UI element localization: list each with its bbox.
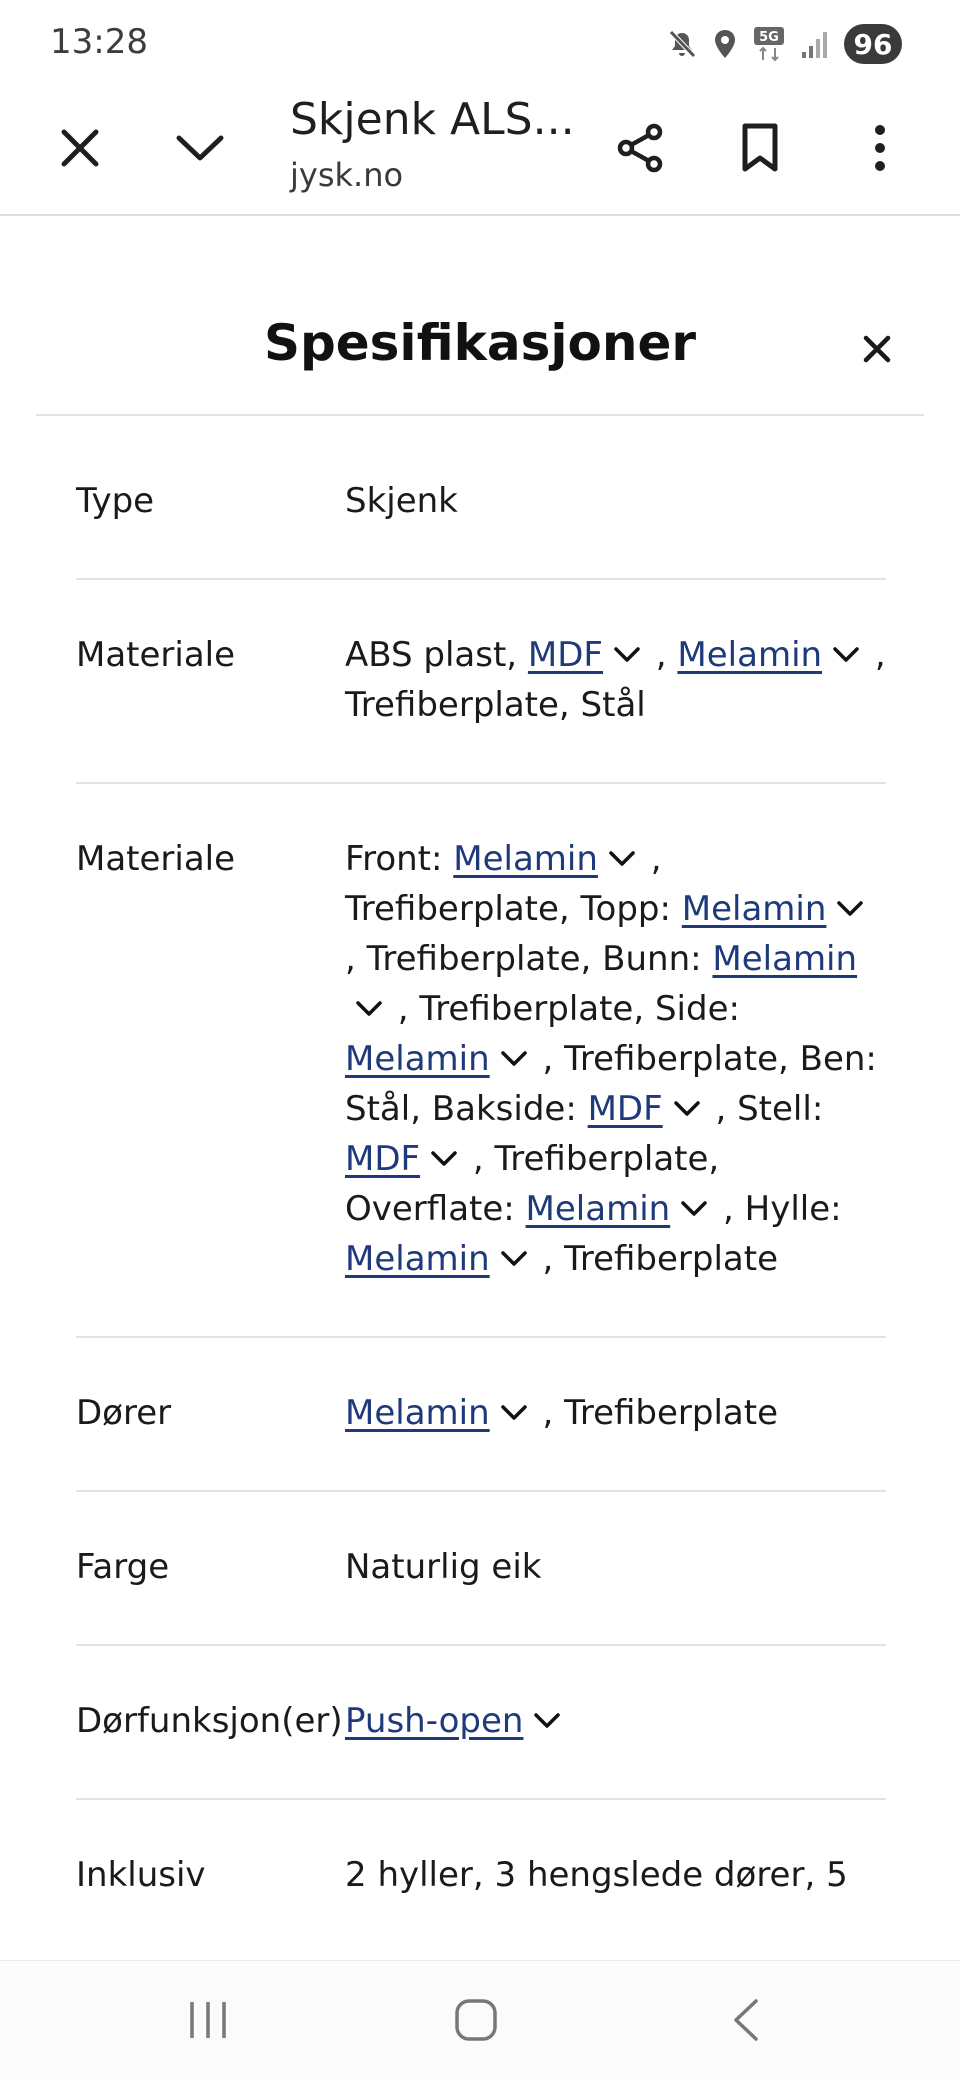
recent-apps-button[interactable] xyxy=(168,1985,248,2055)
spec-label: Dører xyxy=(76,1393,172,1433)
chevron-down-icon[interactable] xyxy=(673,1097,701,1121)
spec-row-type: Type Skjenk xyxy=(76,416,886,580)
chevron-down-icon[interactable] xyxy=(500,1047,528,1071)
page-url[interactable]: jysk.no xyxy=(290,156,403,194)
spec-label: Dørfunksjon(er) xyxy=(76,1701,343,1741)
share-button[interactable] xyxy=(600,108,680,188)
spec-row-dorfunksjon: Dørfunksjon(er) Push-open xyxy=(76,1646,886,1800)
material-link-melamin[interactable]: Melamin xyxy=(345,1039,490,1079)
spec-label: Materiale xyxy=(76,839,236,879)
material-link-mdf[interactable]: MDF xyxy=(528,635,603,675)
spec-text: ABS plast, xyxy=(345,635,528,675)
spec-row-materiale-detail: Materiale Front: Melamin , Trefiberplate… xyxy=(76,784,886,1338)
spec-row-inklusiv: Inklusiv 2 hyller, 3 hengslede dører, 5 xyxy=(76,1800,886,1952)
close-icon xyxy=(863,335,891,363)
spec-text: , Trefiberplate xyxy=(531,1393,779,1433)
battery-indicator: 96 xyxy=(844,24,902,64)
spec-text: , Trefiberplate xyxy=(531,1239,779,1279)
chevron-down-icon[interactable] xyxy=(680,1197,708,1221)
spec-value: Front: Melamin , Trefiberplate, Topp: Me… xyxy=(345,834,886,1284)
network-5g-icon: 5G xyxy=(754,27,784,62)
spec-value: Push-open xyxy=(345,1696,886,1746)
status-time: 13:28 xyxy=(50,22,148,62)
recent-apps-icon xyxy=(190,2002,226,2038)
spec-value: ABS plast, MDF , Melamin , Trefiberplate… xyxy=(345,630,886,730)
share-icon xyxy=(617,123,663,173)
status-bar: 13:28 5G 96 xyxy=(0,0,960,84)
material-link-melamin[interactable]: Melamin xyxy=(345,1239,490,1279)
system-nav-bar xyxy=(0,1960,960,2080)
spec-value: Melamin , Trefiberplate xyxy=(345,1388,886,1438)
material-link-melamin[interactable]: Melamin xyxy=(712,939,857,979)
signal-icon xyxy=(802,32,827,58)
spec-text: Front: xyxy=(345,839,454,879)
spec-value: Naturlig eik xyxy=(345,1547,542,1587)
page-title[interactable]: Skjenk ALS... xyxy=(290,94,575,145)
spec-text: , xyxy=(644,635,678,675)
spec-label: Farge xyxy=(76,1547,170,1587)
chevron-down-icon[interactable] xyxy=(430,1147,458,1171)
minimize-tab-button[interactable] xyxy=(160,108,240,188)
spec-row-farge: Farge Naturlig eik xyxy=(76,1492,886,1646)
browser-toolbar: Skjenk ALS... jysk.no xyxy=(0,84,960,216)
spec-row-materiale: Materiale ABS plast, MDF , Melamin , Tre… xyxy=(76,580,886,784)
spec-panel-close-button[interactable] xyxy=(852,324,902,374)
chevron-down-icon[interactable] xyxy=(832,643,860,667)
spec-text: , Hylle: xyxy=(712,1189,842,1229)
chevron-down-icon[interactable] xyxy=(500,1247,528,1271)
chevron-down-icon[interactable] xyxy=(355,997,383,1021)
bookmark-icon xyxy=(742,123,778,172)
spec-label: Materiale xyxy=(76,635,236,675)
spec-list: Type Skjenk Materiale ABS plast, MDF , M… xyxy=(76,416,886,1952)
chevron-down-icon[interactable] xyxy=(500,1401,528,1425)
material-link-melamin[interactable]: Melamin xyxy=(345,1393,490,1433)
spec-text: , Trefiberplate, Side: xyxy=(387,989,740,1029)
spec-value: Skjenk xyxy=(345,481,458,521)
spec-text: , Stell: xyxy=(704,1089,824,1129)
back-icon xyxy=(734,1999,758,2041)
chevron-down-icon[interactable] xyxy=(608,847,636,871)
spec-value: 2 hyller, 3 hengslede dører, 5 xyxy=(345,1855,848,1895)
home-icon xyxy=(455,1999,497,2041)
material-link-melamin[interactable]: Melamin xyxy=(682,889,827,929)
function-link-push-open[interactable]: Push-open xyxy=(345,1701,523,1741)
mute-icon xyxy=(669,30,696,58)
spec-text: , Trefiberplate, Bunn: xyxy=(345,939,713,979)
more-vertical-icon xyxy=(875,125,885,171)
material-link-melamin[interactable]: Melamin xyxy=(453,839,598,879)
material-link-melamin[interactable]: Melamin xyxy=(526,1189,671,1229)
spec-row-dorer: Dører Melamin , Trefiberplate xyxy=(76,1338,886,1492)
spec-panel-header: Spesifikasjoner xyxy=(36,216,924,416)
close-tab-button[interactable] xyxy=(40,108,120,188)
chevron-down-icon[interactable] xyxy=(533,1709,561,1733)
chevron-down-icon[interactable] xyxy=(613,643,641,667)
spec-label: Inklusiv xyxy=(76,1855,206,1895)
material-link-mdf[interactable]: MDF xyxy=(588,1089,663,1129)
spec-panel-title: Spesifikasjoner xyxy=(263,314,697,372)
back-button[interactable] xyxy=(706,1985,786,2055)
home-button[interactable] xyxy=(436,1985,516,2055)
chevron-down-icon xyxy=(176,135,224,161)
material-link-melamin[interactable]: Melamin xyxy=(677,635,822,675)
spec-label: Type xyxy=(76,481,155,521)
network-label: 5G xyxy=(759,30,779,45)
more-options-button[interactable] xyxy=(840,108,920,188)
location-icon xyxy=(715,30,735,58)
status-icons: 5G 96 xyxy=(666,24,902,64)
chevron-down-icon[interactable] xyxy=(836,897,864,921)
close-icon xyxy=(61,129,99,167)
bookmark-button[interactable] xyxy=(720,108,800,188)
material-link-mdf[interactable]: MDF xyxy=(345,1139,420,1179)
